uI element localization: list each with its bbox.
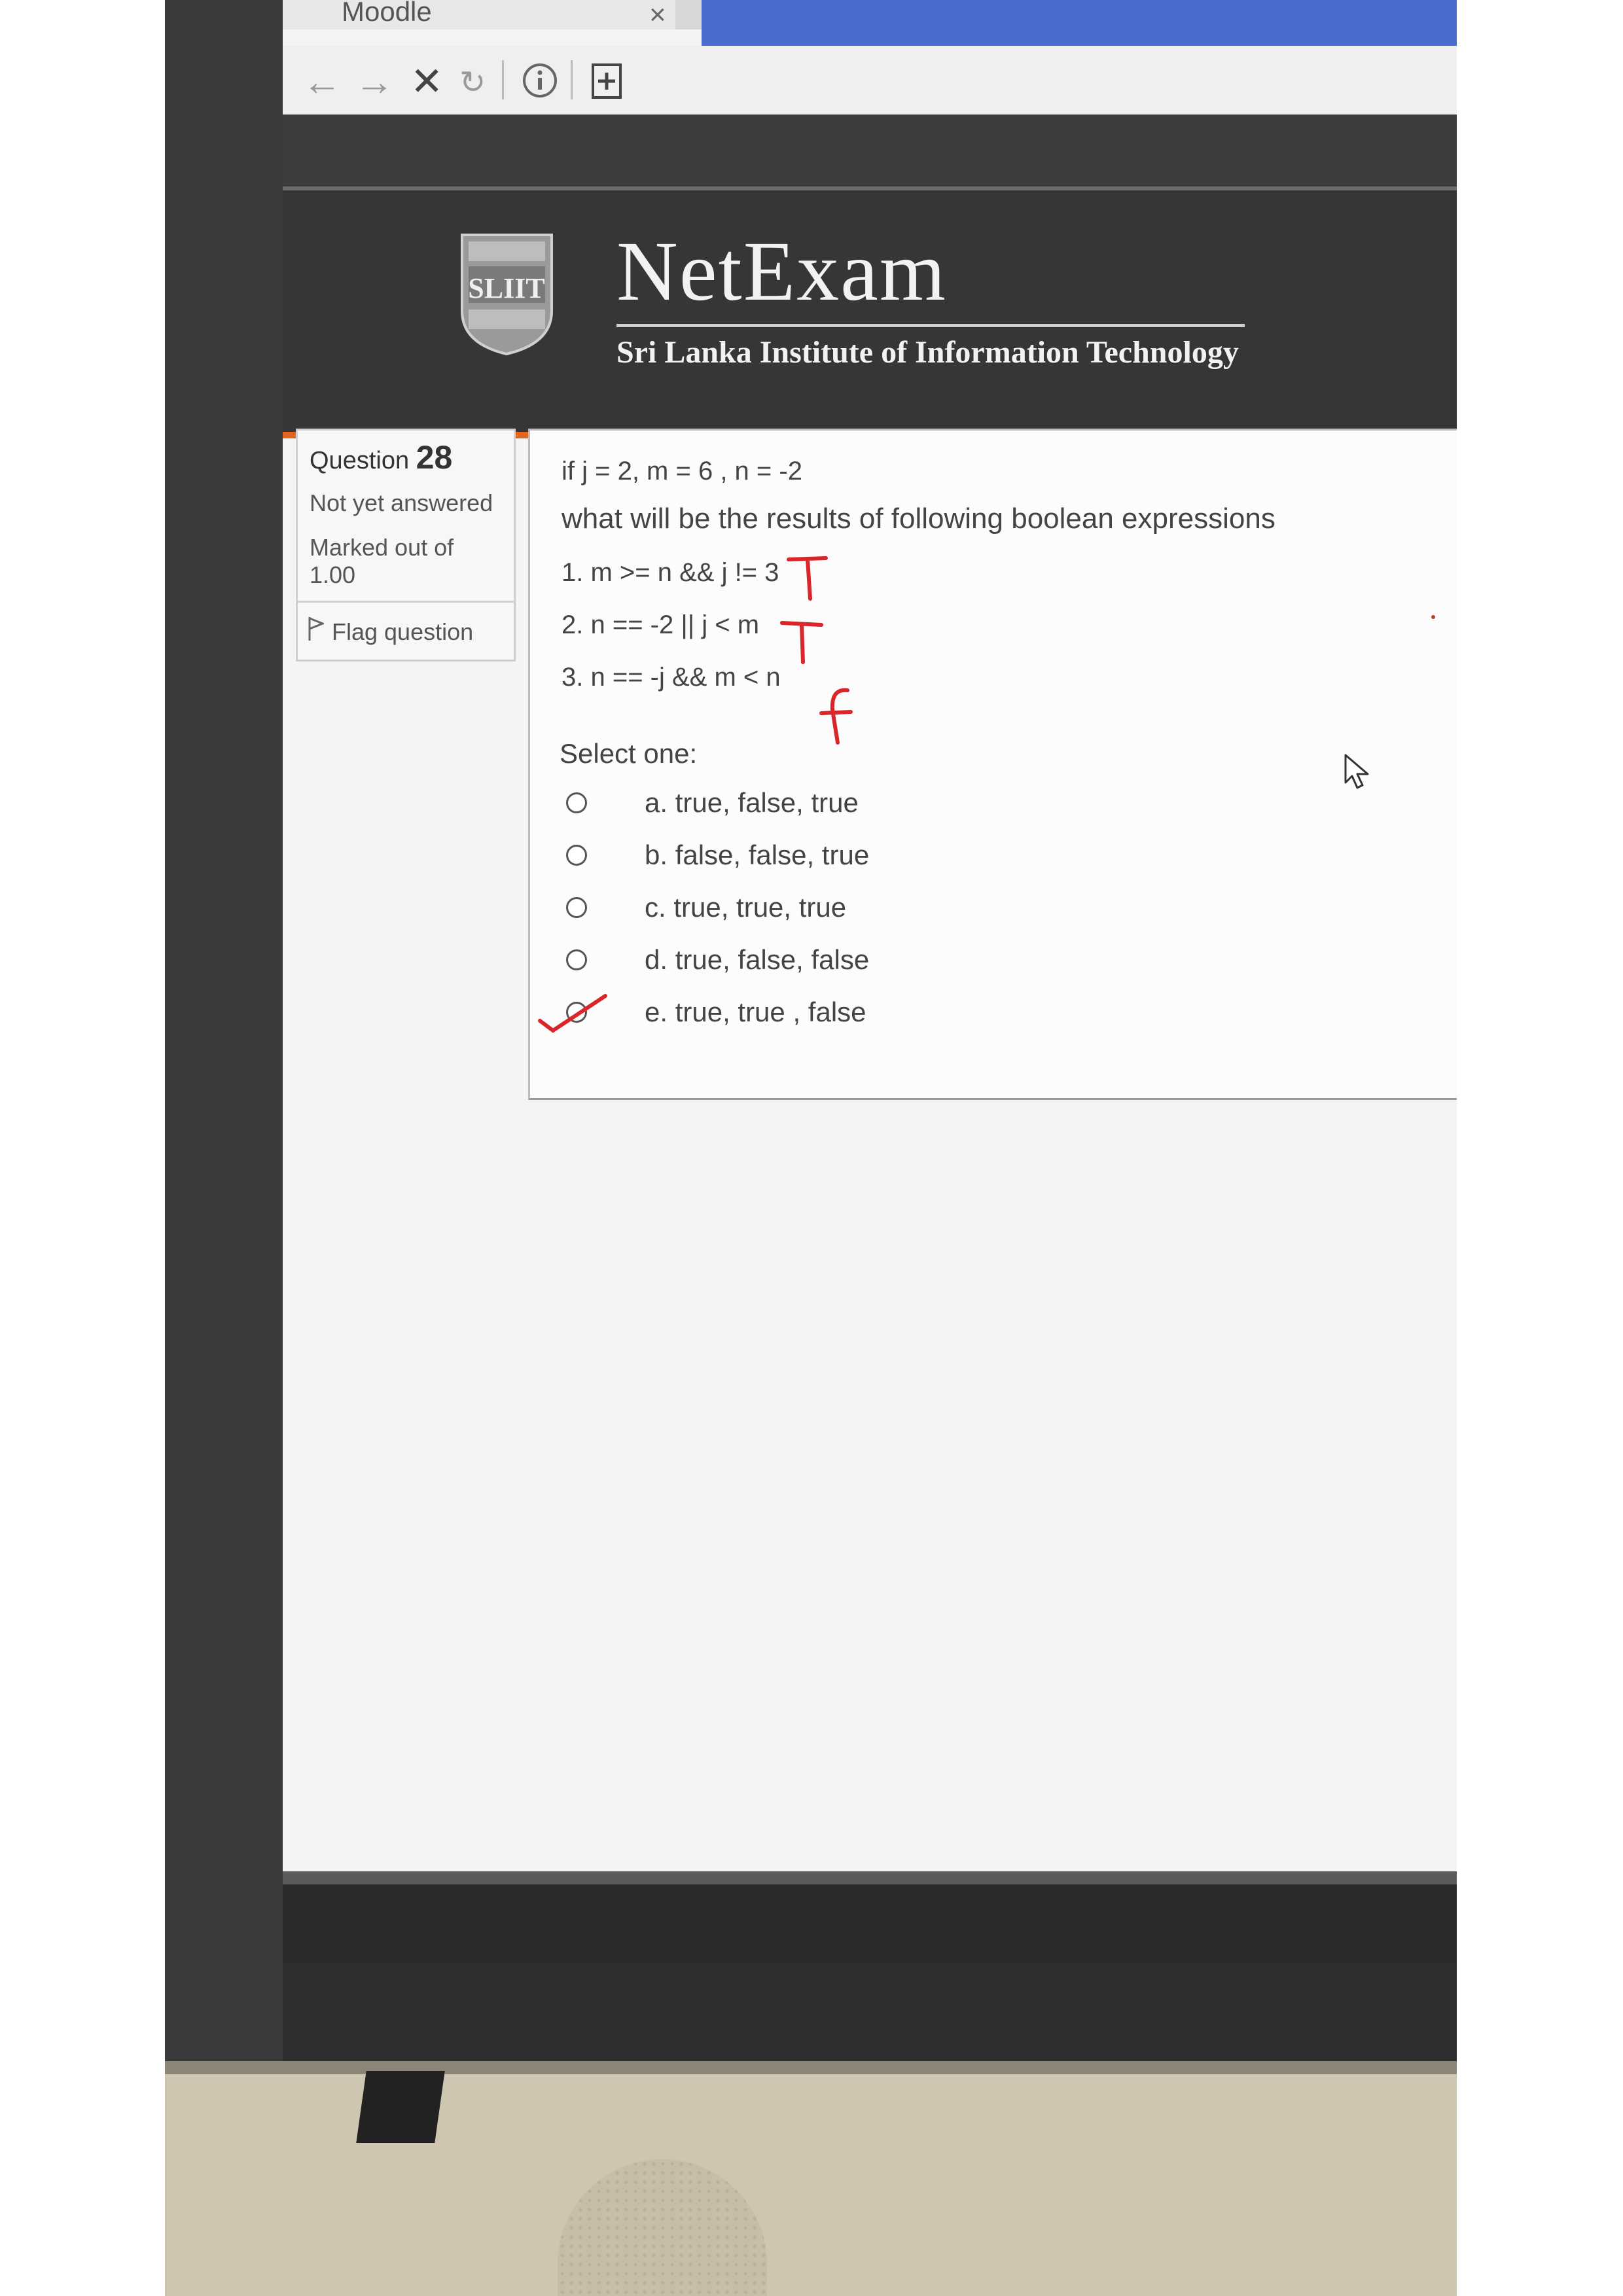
- option-b[interactable]: b. false, false, true: [560, 839, 1149, 879]
- back-arrow-icon[interactable]: ←: [302, 59, 342, 104]
- question-given: if j = 2, m = 6 , n = -2: [562, 457, 802, 486]
- option-b-radio[interactable]: [566, 845, 587, 866]
- question-number: Question 28: [310, 438, 452, 476]
- question-label: Question: [310, 447, 410, 474]
- option-c-radio[interactable]: [566, 897, 587, 918]
- tab-close-icon[interactable]: ×: [649, 0, 666, 31]
- question-info-panel: Question 28 Not yet answered Marked out …: [296, 429, 516, 662]
- option-d-label[interactable]: d. true, false, false: [645, 944, 869, 976]
- bookmark-icon[interactable]: [590, 62, 623, 109]
- institute-subtitle: Sri Lanka Institute of Information Techn…: [616, 335, 1239, 370]
- option-c-label[interactable]: c. true, true, true: [645, 892, 846, 923]
- forward-arrow-icon[interactable]: →: [355, 59, 394, 104]
- option-d[interactable]: d. true, false, false: [560, 944, 1149, 983]
- laptop-keyboard-deck: [165, 2074, 1457, 2296]
- browser-tab[interactable]: Moodle ×: [283, 0, 675, 31]
- mouse-cursor-icon: [1343, 752, 1372, 790]
- option-d-radio[interactable]: [566, 949, 587, 970]
- laptop-hinge: [356, 2071, 445, 2143]
- marked-label: Marked out of: [310, 534, 454, 561]
- question-content: if j = 2, m = 6 , n = -2 what will be th…: [528, 429, 1457, 1100]
- brand-title: NetExam: [616, 224, 947, 319]
- site-header: SLIIT NetExam Sri Lanka Institute of Inf…: [283, 186, 1457, 438]
- reload-icon[interactable]: ↻: [459, 64, 486, 101]
- option-c[interactable]: c. true, true, true: [560, 892, 1149, 931]
- info-icon[interactable]: [522, 62, 558, 108]
- photo-frame: Moodle × ← → ✕ ↻ SLIIT NetExam Sri Lanka…: [165, 0, 1457, 2296]
- brand-rule: [616, 324, 1245, 327]
- laptop-bezel-bottom: [283, 1884, 1457, 1963]
- flag-question-button[interactable]: Flag question: [298, 601, 514, 662]
- red-dot-mark: [1431, 615, 1435, 619]
- option-b-label[interactable]: b. false, false, true: [645, 839, 869, 871]
- header-top-line: [283, 186, 1457, 190]
- expression-3: 3. n == -j && m < n: [562, 663, 781, 692]
- stop-icon[interactable]: ✕: [410, 59, 443, 105]
- option-a[interactable]: a. true, false, true: [560, 787, 1149, 826]
- flag-question-label: Flag question: [332, 618, 474, 645]
- expression-1: 1. m >= n && j != 3: [562, 558, 779, 587]
- option-e-radio[interactable]: [566, 1002, 587, 1023]
- marked-value: 1.00: [310, 561, 356, 588]
- option-a-label[interactable]: a. true, false, true: [645, 787, 859, 819]
- flag-icon: [307, 616, 326, 648]
- laptop-screen: Moodle × ← → ✕ ↻ SLIIT NetExam Sri Lanka…: [283, 0, 1457, 1963]
- option-a-radio[interactable]: [566, 792, 587, 813]
- answer-status: Not yet answered: [310, 489, 493, 516]
- page-top-strip: [283, 115, 1457, 186]
- select-one-label: Select one:: [560, 738, 698, 769]
- laptop-bezel-left: [165, 0, 283, 2296]
- question-prompt: what will be the results of following bo…: [562, 503, 1275, 535]
- question-number-value: 28: [416, 439, 453, 476]
- browser-nav-bar: ← → ✕ ↻: [283, 46, 1457, 118]
- logo-text: SLIIT: [468, 272, 544, 304]
- tab-title: Moodle: [342, 0, 432, 27]
- expression-2: 2. n == -2 || j < m: [562, 610, 760, 639]
- sliit-logo: SLIIT: [459, 232, 554, 357]
- nav-separator: [571, 60, 573, 99]
- option-e-label[interactable]: e. true, true , false: [645, 997, 866, 1028]
- nav-separator: [502, 60, 504, 99]
- option-e[interactable]: e. true, true , false: [560, 997, 1149, 1036]
